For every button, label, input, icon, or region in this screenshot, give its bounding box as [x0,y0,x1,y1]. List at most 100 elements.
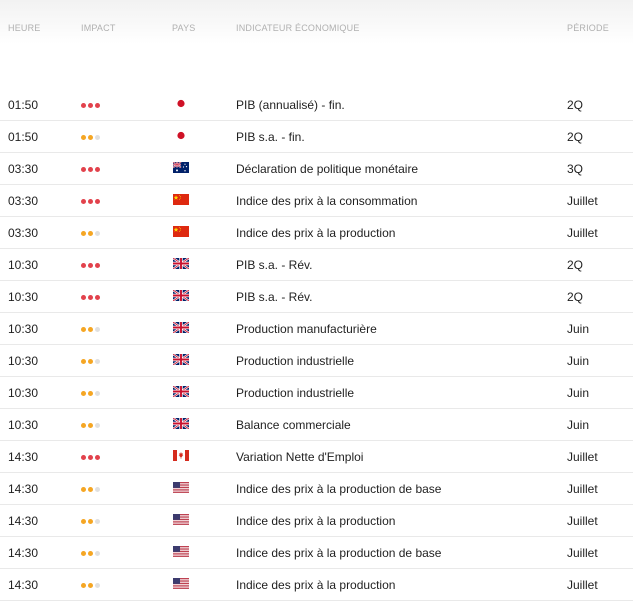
header-time: HEURE [8,23,41,33]
event-time: 10:30 [8,290,39,304]
event-period: 2Q [567,130,584,144]
event-time: 10:30 [8,418,39,432]
event-indicator[interactable]: Production industrielle [236,354,354,368]
table-row[interactable]: 10:30 Balance commerciale Juin [0,409,633,441]
event-indicator[interactable]: Variation Nette d'Emploi [236,450,363,464]
event-indicator[interactable]: Production manufacturière [236,322,377,336]
event-time: 14:30 [8,482,39,496]
table-row[interactable]: 14:30 Indice des prix à la production de … [0,537,633,569]
header-country: PAYS [172,23,196,33]
impact-medium-icon [81,551,100,556]
china-flag [173,194,189,205]
table-row[interactable]: 10:30 PIB s.a. - Rév. 2Q [0,249,633,281]
china-flag [173,226,189,237]
event-period: Juillet [567,450,598,464]
event-indicator[interactable]: Balance commerciale [236,418,351,432]
impact-medium-icon [81,423,100,428]
event-indicator[interactable]: PIB s.a. - Rév. [236,258,312,272]
event-indicator[interactable]: Indice des prix à la production [236,514,395,528]
uk-flag [173,418,189,429]
table-row[interactable]: 14:30 Variation Nette d'Emploi Juillet [0,441,633,473]
event-period: 2Q [567,258,584,272]
table-row[interactable]: 14:30 Indice des prix à la production de … [0,473,633,505]
event-time: 03:30 [8,162,39,176]
uk-flag [173,290,189,301]
japan-flag [173,130,189,141]
table-row[interactable]: 01:50 PIB (annualisé) - fin. 2Q [0,89,633,121]
event-period: Juin [567,322,590,336]
event-time: 10:30 [8,386,39,400]
event-time: 03:30 [8,194,39,208]
event-period: Juillet [567,578,598,592]
event-indicator[interactable]: Indice des prix à la production [236,226,395,240]
uk-flag [173,322,189,333]
table-row[interactable]: 03:30 Indice des prix à la consommation Ju… [0,185,633,217]
usa-flag [173,514,189,525]
event-period: Juin [567,354,590,368]
event-period: Juillet [567,194,598,208]
event-indicator[interactable]: PIB s.a. - fin. [236,130,305,144]
event-time: 03:30 [8,226,39,240]
event-period: Juin [567,418,590,432]
impact-medium-icon [81,231,100,236]
usa-flag [173,578,189,589]
event-time: 14:30 [8,578,39,592]
usa-flag [173,546,189,557]
event-indicator[interactable]: Indice des prix à la consommation [236,194,417,208]
table-row[interactable]: 01:50 PIB s.a. - fin. 2Q [0,121,633,153]
uk-flag [173,354,189,365]
table-row[interactable]: 10:30 PIB s.a. - Rév. 2Q [0,281,633,313]
impact-high-icon [81,199,100,204]
table-header: HEURE IMPACT PAYS INDICATEUR ÉCONOMIQUE … [0,0,633,44]
event-indicator[interactable]: Indice des prix à la production de base [236,482,441,496]
impact-high-icon [81,103,100,108]
event-period: Juillet [567,514,598,528]
table-row[interactable]: 10:30 Production manufacturière Juin [0,313,633,345]
event-period: 2Q [567,290,584,304]
table-row[interactable]: 03:30 Déclaration de politique monétaire 3… [0,153,633,185]
australia-flag [173,162,189,173]
impact-medium-icon [81,583,100,588]
japan-flag [173,98,189,109]
event-period: 3Q [567,162,584,176]
impact-medium-icon [81,487,100,492]
impact-high-icon [81,167,100,172]
impact-medium-icon [81,327,100,332]
impact-medium-icon [81,359,100,364]
table-row[interactable]: 14:30 Indice des prix à la production Juil… [0,569,633,601]
event-period: Juillet [567,482,598,496]
event-period: Juillet [567,226,598,240]
impact-medium-icon [81,519,100,524]
impact-high-icon [81,295,100,300]
header-impact: IMPACT [81,23,116,33]
impact-high-icon [81,455,100,460]
uk-flag [173,258,189,269]
event-time: 10:30 [8,322,39,336]
event-indicator[interactable]: PIB s.a. - Rév. [236,290,312,304]
impact-medium-icon [81,135,100,140]
canada-flag [173,450,189,461]
event-time: 10:30 [8,258,39,272]
event-indicator[interactable]: Indice des prix à la production de base [236,546,441,560]
event-period: 2Q [567,98,584,112]
header-period: PÉRIODE [567,23,609,33]
event-time: 10:30 [8,354,39,368]
event-indicator[interactable]: PIB (annualisé) - fin. [236,98,345,112]
usa-flag [173,482,189,493]
event-indicator[interactable]: Indice des prix à la production [236,578,395,592]
event-time: 14:30 [8,546,39,560]
event-time: 14:30 [8,514,39,528]
table-row[interactable]: 10:30 Production industrielle Juin [0,377,633,409]
event-period: Juillet [567,546,598,560]
table-row[interactable]: 10:30 Production industrielle Juin [0,345,633,377]
table-row[interactable]: 03:30 Indice des prix à la production Juil… [0,217,633,249]
event-indicator[interactable]: Déclaration de politique monétaire [236,162,418,176]
event-time: 01:50 [8,98,39,112]
header-indicator: INDICATEUR ÉCONOMIQUE [236,23,360,33]
event-time: 01:50 [8,130,39,144]
uk-flag [173,386,189,397]
table-row[interactable]: 14:30 Indice des prix à la production Juil… [0,505,633,537]
event-time: 14:30 [8,450,39,464]
event-period: Juin [567,386,590,400]
event-indicator[interactable]: Production industrielle [236,386,354,400]
